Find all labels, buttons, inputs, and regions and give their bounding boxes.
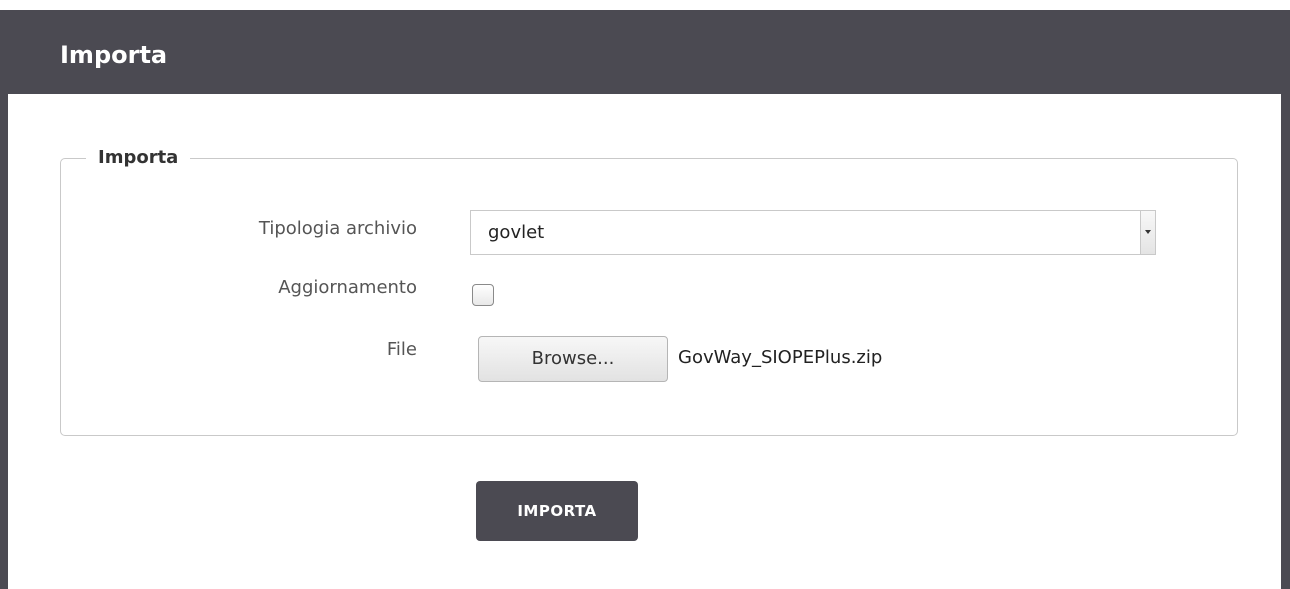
aggiornamento-checkbox[interactable]: [472, 284, 494, 306]
page-frame: Importa Importa Tipologia archivio govle…: [0, 0, 1290, 589]
panel-border-right: [1281, 0, 1290, 589]
tipologia-archivio-selected-value: govlet: [488, 222, 545, 243]
browse-button[interactable]: Browse...: [478, 336, 668, 382]
panel-header: Importa: [8, 10, 1281, 94]
selected-file-name: GovWay_SIOPEPlus.zip: [678, 347, 883, 368]
file-label: File: [386, 339, 417, 360]
tipologia-archivio-select[interactable]: govlet: [470, 210, 1156, 255]
import-submit-button[interactable]: IMPORTA: [476, 481, 638, 541]
aggiornamento-label: Aggiornamento: [278, 277, 417, 298]
chevron-down-icon[interactable]: [1140, 211, 1155, 254]
page-title: Importa: [60, 41, 168, 69]
fieldset-legend: Importa: [86, 145, 191, 171]
panel-border-left: [0, 0, 8, 589]
top-strip: [0, 0, 1290, 10]
tipologia-archivio-label: Tipologia archivio: [258, 218, 417, 239]
import-fieldset: [60, 158, 1238, 436]
